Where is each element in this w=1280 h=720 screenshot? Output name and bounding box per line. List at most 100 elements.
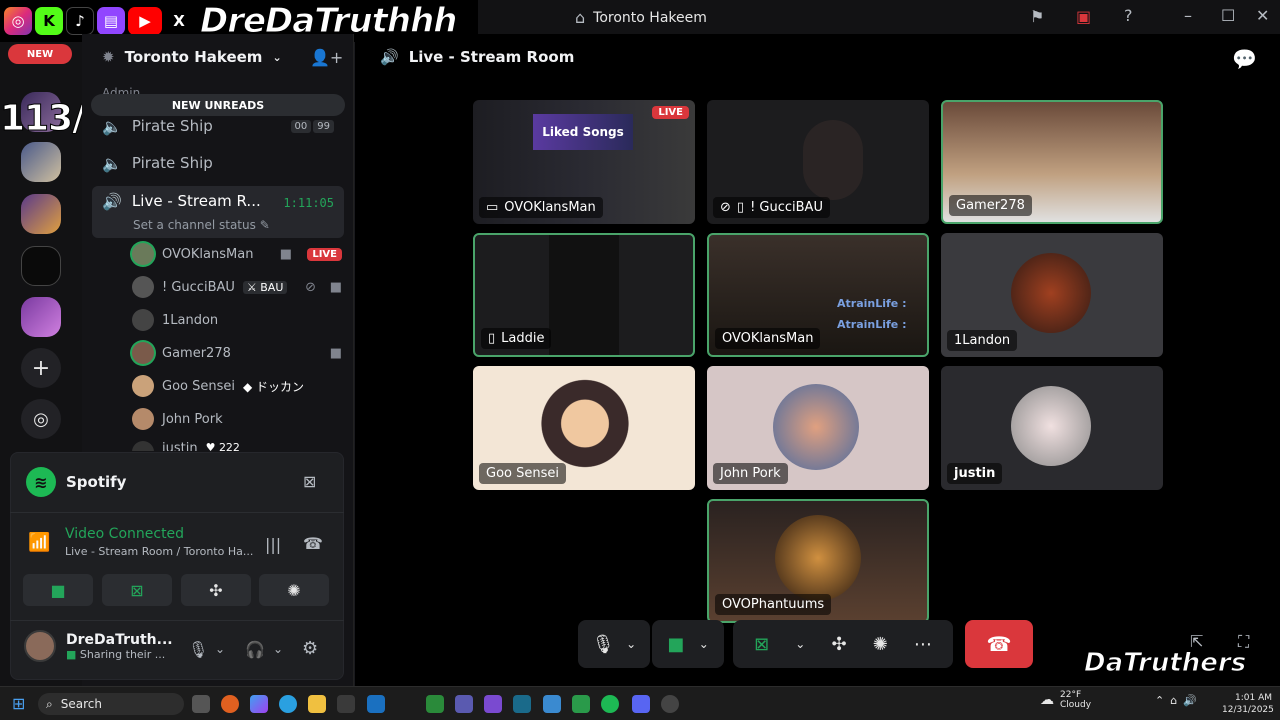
volume-icon[interactable]: 🔊 <box>1183 694 1197 707</box>
voice-connection-info[interactable]: Video Connected Live - Stream Room / Tor… <box>65 526 253 558</box>
app-icon[interactable] <box>572 695 590 713</box>
stop-stream-icon[interactable]: ⊠ <box>303 472 316 491</box>
minimize-icon[interactable]: – <box>1184 6 1192 25</box>
video-tile[interactable]: AtrainLife : AtrainLife : OVOKlansMan <box>707 233 929 357</box>
tile-label: OVOKlansMan <box>715 328 821 349</box>
tile-label: ▭ OVOKlansMan <box>479 197 603 218</box>
voice-user[interactable]: 1Landon <box>132 309 342 331</box>
taskbar-search[interactable]: ⌕ Search <box>38 693 184 715</box>
outlook-icon[interactable] <box>367 695 385 713</box>
channel-name: Live - Stream R... <box>131 192 261 210</box>
microphone-icon[interactable]: 🎙 <box>188 640 208 659</box>
spotify-activity[interactable]: ≋ Spotify <box>26 467 126 497</box>
voice-user[interactable]: Gamer278 ■ <box>132 342 342 364</box>
server-icon[interactable] <box>21 246 61 286</box>
close-icon[interactable]: ✕ <box>1256 6 1269 25</box>
spotify-icon[interactable] <box>601 695 619 713</box>
activities-button[interactable]: ✣ <box>181 574 251 606</box>
app-icon[interactable] <box>513 695 531 713</box>
disconnect-button[interactable]: ☎ <box>965 620 1033 668</box>
room-header: 🔊 Live - Stream Room <box>380 48 574 66</box>
screen-share-icon[interactable]: ▣ <box>1076 7 1091 26</box>
voice-user[interactable]: ! GucciBAU ⚔ BAU ⊘ ■ <box>132 276 342 298</box>
video-tile[interactable]: justin <box>941 366 1163 490</box>
teams-icon[interactable] <box>455 695 473 713</box>
server-icon[interactable] <box>21 194 61 234</box>
video-tile[interactable]: Liked Songs LIVE ▭ OVOKlansMan <box>473 100 695 224</box>
chevron-up-icon[interactable]: ⌃ <box>1155 694 1164 707</box>
settings-icon[interactable]: ⚙ <box>302 638 318 659</box>
channel-pirate-ship-2[interactable]: 🔈 Pirate Ship <box>92 152 344 174</box>
chevron-down-icon[interactable]: ⌄ <box>273 642 283 656</box>
firefox-icon[interactable] <box>221 695 239 713</box>
camera-icon: ■ <box>50 580 66 600</box>
channel-status[interactable]: Set a channel status ✎ <box>133 218 270 232</box>
video-tile[interactable]: ▯ Laddie <box>473 233 695 357</box>
tile-name: Laddie <box>501 331 545 346</box>
video-tile[interactable]: OVOPhantuums <box>707 499 929 623</box>
discover-icon[interactable]: ◎ <box>21 399 61 439</box>
video-tile[interactable]: John Pork <box>707 366 929 490</box>
guild-header[interactable]: ✹ Toronto Hakeem ⌄ <box>102 48 282 66</box>
user-panel[interactable]: DreDaTruth... ■ Sharing their ... <box>24 630 173 662</box>
weather[interactable]: 22°F Cloudy <box>1060 690 1091 710</box>
camera-button[interactable]: ■ <box>23 574 93 606</box>
photos-icon[interactable] <box>543 695 561 713</box>
copilot-icon[interactable] <box>250 695 268 713</box>
tile-label: Gamer278 <box>949 195 1032 216</box>
clock[interactable]: 1:01 AM 12/31/2025 <box>1222 692 1274 716</box>
voice-user[interactable]: justin ♥ 222 <box>132 441 342 451</box>
store-icon[interactable] <box>337 695 355 713</box>
new-unreads-bar[interactable]: NEW UNREADS <box>91 94 345 116</box>
video-tile[interactable]: ⊘ ▯ ! GucciBAU <box>707 100 929 224</box>
task-view-icon[interactable] <box>192 695 210 713</box>
soundboard-button[interactable]: ✺ <box>259 574 329 606</box>
voice-user[interactable]: John Pork <box>132 408 342 430</box>
chevron-down-icon: ⌄ <box>272 50 282 64</box>
chevron-down-icon[interactable]: ⌄ <box>626 637 636 651</box>
invite-icon[interactable]: 👤+ <box>310 48 343 67</box>
video-tile[interactable]: Gamer278 <box>941 100 1163 224</box>
app-icon[interactable] <box>484 695 502 713</box>
maximize-icon[interactable]: ☐ <box>1221 6 1235 25</box>
mic-control[interactable]: 🎙 ⌄ <box>578 620 650 668</box>
chevron-down-icon[interactable]: ⌄ <box>699 637 709 651</box>
voice-user-name: Gamer278 <box>162 345 231 361</box>
voice-user[interactable]: OVOKlansMan ■ LIVE <box>132 243 342 265</box>
windows-start-icon[interactable]: ⊞ <box>12 694 25 713</box>
add-server-icon[interactable]: + <box>21 348 61 388</box>
activities-icon[interactable]: ✣ <box>831 634 846 655</box>
camera-icon[interactable]: ■ <box>667 634 684 655</box>
server-icon[interactable] <box>21 297 61 337</box>
video-tile[interactable]: 1Landon <box>941 233 1163 357</box>
chat-icon[interactable]: 💬 <box>1232 47 1257 71</box>
camera-control[interactable]: ■ ⌄ <box>652 620 724 668</box>
youtube-icon: ▶ <box>128 7 162 35</box>
channel-status-text: Set a channel status <box>133 218 256 232</box>
app-icon[interactable] <box>426 695 444 713</box>
edge-icon[interactable] <box>279 695 297 713</box>
noise-suppression-icon[interactable]: ||| <box>265 535 281 554</box>
help-icon[interactable]: ? <box>1124 6 1133 25</box>
chevron-down-icon[interactable]: ⌄ <box>215 642 225 656</box>
twitch-icon: ▤ <box>97 7 125 35</box>
network-icon[interactable]: ⌂ <box>1170 694 1177 707</box>
disconnect-icon[interactable]: ☎ <box>303 534 323 553</box>
soundboard-icon[interactable]: ✺ <box>873 634 888 655</box>
discord-icon[interactable] <box>632 695 650 713</box>
microphone-icon[interactable]: 🎙 <box>592 634 615 655</box>
voice-user[interactable]: Goo Sensei ◆ ドッカン <box>132 375 342 397</box>
new-badge[interactable]: NEW <box>8 44 72 64</box>
screen-share-button[interactable]: ⊠ <box>102 574 172 606</box>
chevron-down-icon[interactable]: ⌄ <box>795 637 805 651</box>
video-tile[interactable]: Goo Sensei <box>473 366 695 490</box>
obs-icon[interactable] <box>661 695 679 713</box>
server-icon[interactable] <box>21 142 61 182</box>
flag-icon[interactable]: ⚑ <box>1030 7 1044 26</box>
file-explorer-icon[interactable] <box>308 695 326 713</box>
headphones-icon[interactable]: 🎧 <box>245 640 265 659</box>
screen-share-icon[interactable]: ⊠ <box>754 634 769 655</box>
channel-live-stream-room[interactable]: 🔊 Live - Stream R... 1:11:05 Set a chann… <box>92 186 344 238</box>
more-icon[interactable]: ⋯ <box>914 634 932 655</box>
channel-pirate-ship-1[interactable]: 🔈 Pirate Ship 00 99 <box>92 116 344 136</box>
